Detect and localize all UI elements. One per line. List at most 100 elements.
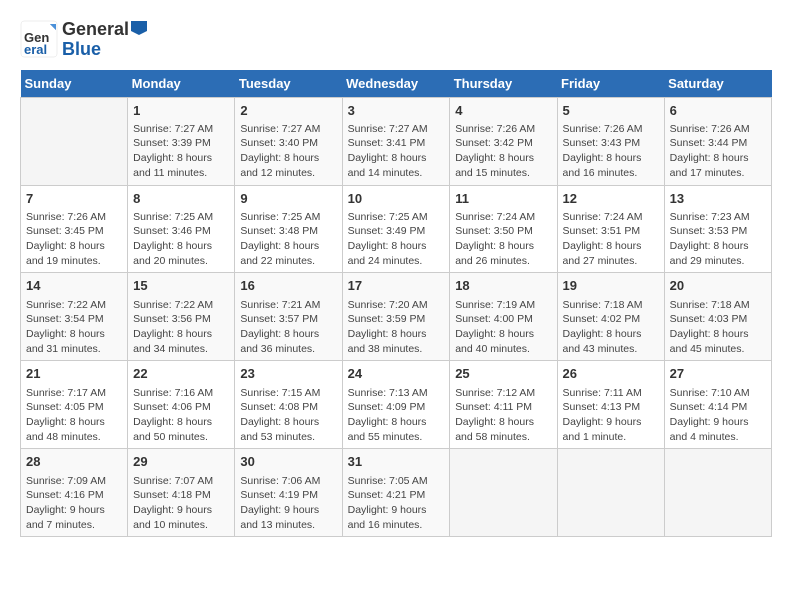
day-number: 24 bbox=[348, 365, 445, 383]
calendar-cell: 14 Sunrise: 7:22 AM Sunset: 3:54 PM Dayli… bbox=[21, 273, 128, 361]
calendar-cell: 16 Sunrise: 7:21 AM Sunset: 3:57 PM Dayli… bbox=[235, 273, 342, 361]
day-number: 30 bbox=[240, 453, 336, 471]
calendar-cell: 2 Sunrise: 7:27 AM Sunset: 3:40 PM Daylig… bbox=[235, 97, 342, 185]
day-info: Sunrise: 7:25 AM Sunset: 3:46 PM Dayligh… bbox=[133, 210, 229, 269]
calendar-cell: 8Sunrise: 7:25 AM Sunset: 3:46 PM Daylig… bbox=[128, 185, 235, 273]
day-number: 26 bbox=[563, 365, 659, 383]
day-number: 25 bbox=[455, 365, 551, 383]
day-header-saturday: Saturday bbox=[664, 70, 771, 98]
calendar-cell: 28 Sunrise: 7:09 AM Sunset: 4:16 PM Dayli… bbox=[21, 449, 128, 537]
day-number: 27 bbox=[670, 365, 766, 383]
day-number: 31 bbox=[348, 453, 445, 471]
day-info: Sunrise: 7:27 AM Sunset: 3:39 PM Dayligh… bbox=[133, 122, 229, 181]
calendar-week-row: 1 Sunrise: 7:27 AM Sunset: 3:39 PM Daylig… bbox=[21, 97, 772, 185]
day-info: Sunrise: 7:25 AM Sunset: 3:49 PM Dayligh… bbox=[348, 210, 445, 269]
day-number: 16 bbox=[240, 277, 336, 295]
day-info: Sunrise: 7:12 AM Sunset: 4:11 PM Dayligh… bbox=[455, 386, 551, 445]
day-number: 15 bbox=[133, 277, 229, 295]
day-info: Sunrise: 7:18 AM Sunset: 4:02 PM Dayligh… bbox=[563, 298, 659, 357]
day-number: 1 bbox=[133, 102, 229, 120]
day-info: Sunrise: 7:26 AM Sunset: 3:44 PM Dayligh… bbox=[670, 122, 766, 181]
day-info: Sunrise: 7:24 AM Sunset: 3:51 PM Dayligh… bbox=[563, 210, 659, 269]
day-number: 2 bbox=[240, 102, 336, 120]
day-number: 4 bbox=[455, 102, 551, 120]
day-info: Sunrise: 7:15 AM Sunset: 4:08 PM Dayligh… bbox=[240, 386, 336, 445]
page-header: Gen eral General Blue bbox=[20, 20, 772, 60]
day-info: Sunrise: 7:22 AM Sunset: 3:56 PM Dayligh… bbox=[133, 298, 229, 357]
day-info: Sunrise: 7:19 AM Sunset: 4:00 PM Dayligh… bbox=[455, 298, 551, 357]
day-info: Sunrise: 7:24 AM Sunset: 3:50 PM Dayligh… bbox=[455, 210, 551, 269]
day-info: Sunrise: 7:27 AM Sunset: 3:40 PM Dayligh… bbox=[240, 122, 336, 181]
calendar-cell bbox=[557, 449, 664, 537]
calendar-cell bbox=[21, 97, 128, 185]
day-info: Sunrise: 7:05 AM Sunset: 4:21 PM Dayligh… bbox=[348, 474, 445, 533]
day-number: 28 bbox=[26, 453, 122, 471]
day-number: 20 bbox=[670, 277, 766, 295]
calendar-cell: 31 Sunrise: 7:05 AM Sunset: 4:21 PM Dayli… bbox=[342, 449, 450, 537]
calendar-cell: 24 Sunrise: 7:13 AM Sunset: 4:09 PM Dayli… bbox=[342, 361, 450, 449]
day-number: 10 bbox=[348, 190, 445, 208]
logo-blue-text: Blue bbox=[62, 40, 147, 60]
calendar-cell: 15 Sunrise: 7:22 AM Sunset: 3:56 PM Dayli… bbox=[128, 273, 235, 361]
calendar-week-row: 14 Sunrise: 7:22 AM Sunset: 3:54 PM Dayli… bbox=[21, 273, 772, 361]
calendar-cell: 23 Sunrise: 7:15 AM Sunset: 4:08 PM Dayli… bbox=[235, 361, 342, 449]
day-number: 7 bbox=[26, 190, 122, 208]
calendar-cell: 11Sunrise: 7:24 AM Sunset: 3:50 PM Dayli… bbox=[450, 185, 557, 273]
calendar-cell: 27 Sunrise: 7:10 AM Sunset: 4:14 PM Dayli… bbox=[664, 361, 771, 449]
calendar-cell: 17Sunrise: 7:20 AM Sunset: 3:59 PM Dayli… bbox=[342, 273, 450, 361]
day-number: 12 bbox=[563, 190, 659, 208]
day-header-monday: Monday bbox=[128, 70, 235, 98]
day-info: Sunrise: 7:11 AM Sunset: 4:13 PM Dayligh… bbox=[563, 386, 659, 445]
day-number: 29 bbox=[133, 453, 229, 471]
day-info: Sunrise: 7:10 AM Sunset: 4:14 PM Dayligh… bbox=[670, 386, 766, 445]
calendar-cell bbox=[664, 449, 771, 537]
day-number: 18 bbox=[455, 277, 551, 295]
day-info: Sunrise: 7:22 AM Sunset: 3:54 PM Dayligh… bbox=[26, 298, 122, 357]
calendar-cell: 29 Sunrise: 7:07 AM Sunset: 4:18 PM Dayli… bbox=[128, 449, 235, 537]
day-number: 14 bbox=[26, 277, 122, 295]
calendar-week-row: 28 Sunrise: 7:09 AM Sunset: 4:16 PM Dayli… bbox=[21, 449, 772, 537]
calendar-cell: 18 Sunrise: 7:19 AM Sunset: 4:00 PM Dayli… bbox=[450, 273, 557, 361]
day-info: Sunrise: 7:27 AM Sunset: 3:41 PM Dayligh… bbox=[348, 122, 445, 181]
logo-general: General bbox=[62, 20, 147, 40]
calendar-cell: 3 Sunrise: 7:27 AM Sunset: 3:41 PM Daylig… bbox=[342, 97, 450, 185]
calendar-table: SundayMondayTuesdayWednesdayThursdayFrid… bbox=[20, 70, 772, 538]
day-header-sunday: Sunday bbox=[21, 70, 128, 98]
day-number: 5 bbox=[563, 102, 659, 120]
calendar-cell: 6Sunrise: 7:26 AM Sunset: 3:44 PM Daylig… bbox=[664, 97, 771, 185]
day-number: 3 bbox=[348, 102, 445, 120]
day-info: Sunrise: 7:25 AM Sunset: 3:48 PM Dayligh… bbox=[240, 210, 336, 269]
day-info: Sunrise: 7:26 AM Sunset: 3:42 PM Dayligh… bbox=[455, 122, 551, 181]
logo-svg: Gen eral bbox=[20, 20, 58, 58]
calendar-header-row: SundayMondayTuesdayWednesdayThursdayFrid… bbox=[21, 70, 772, 98]
day-info: Sunrise: 7:17 AM Sunset: 4:05 PM Dayligh… bbox=[26, 386, 122, 445]
day-info: Sunrise: 7:07 AM Sunset: 4:18 PM Dayligh… bbox=[133, 474, 229, 533]
day-number: 13 bbox=[670, 190, 766, 208]
calendar-cell: 5 Sunrise: 7:26 AM Sunset: 3:43 PM Daylig… bbox=[557, 97, 664, 185]
calendar-cell: 1 Sunrise: 7:27 AM Sunset: 3:39 PM Daylig… bbox=[128, 97, 235, 185]
calendar-cell bbox=[450, 449, 557, 537]
day-info: Sunrise: 7:13 AM Sunset: 4:09 PM Dayligh… bbox=[348, 386, 445, 445]
calendar-cell: 12 Sunrise: 7:24 AM Sunset: 3:51 PM Dayli… bbox=[557, 185, 664, 273]
day-info: Sunrise: 7:26 AM Sunset: 3:45 PM Dayligh… bbox=[26, 210, 122, 269]
calendar-cell: 19 Sunrise: 7:18 AM Sunset: 4:02 PM Dayli… bbox=[557, 273, 664, 361]
calendar-cell: 7 Sunrise: 7:26 AM Sunset: 3:45 PM Daylig… bbox=[21, 185, 128, 273]
day-number: 22 bbox=[133, 365, 229, 383]
logo: Gen eral General Blue bbox=[20, 20, 147, 60]
calendar-cell: 10 Sunrise: 7:25 AM Sunset: 3:49 PM Dayli… bbox=[342, 185, 450, 273]
calendar-cell: 13 Sunrise: 7:23 AM Sunset: 3:53 PM Dayli… bbox=[664, 185, 771, 273]
day-number: 19 bbox=[563, 277, 659, 295]
calendar-week-row: 7 Sunrise: 7:26 AM Sunset: 3:45 PM Daylig… bbox=[21, 185, 772, 273]
day-header-tuesday: Tuesday bbox=[235, 70, 342, 98]
calendar-cell: 9Sunrise: 7:25 AM Sunset: 3:48 PM Daylig… bbox=[235, 185, 342, 273]
day-header-thursday: Thursday bbox=[450, 70, 557, 98]
day-info: Sunrise: 7:26 AM Sunset: 3:43 PM Dayligh… bbox=[563, 122, 659, 181]
day-number: 23 bbox=[240, 365, 336, 383]
day-info: Sunrise: 7:09 AM Sunset: 4:16 PM Dayligh… bbox=[26, 474, 122, 533]
day-info: Sunrise: 7:21 AM Sunset: 3:57 PM Dayligh… bbox=[240, 298, 336, 357]
calendar-cell: 4 Sunrise: 7:26 AM Sunset: 3:42 PM Daylig… bbox=[450, 97, 557, 185]
calendar-cell: 25 Sunrise: 7:12 AM Sunset: 4:11 PM Dayli… bbox=[450, 361, 557, 449]
day-info: Sunrise: 7:23 AM Sunset: 3:53 PM Dayligh… bbox=[670, 210, 766, 269]
day-info: Sunrise: 7:18 AM Sunset: 4:03 PM Dayligh… bbox=[670, 298, 766, 357]
calendar-cell: 21Sunrise: 7:17 AM Sunset: 4:05 PM Dayli… bbox=[21, 361, 128, 449]
